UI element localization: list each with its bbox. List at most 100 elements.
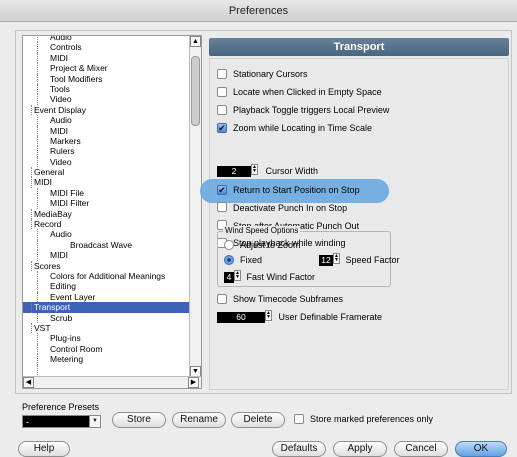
apply-button[interactable]: Apply xyxy=(333,441,387,457)
tree-item[interactable]: Video xyxy=(23,94,191,105)
tree-item[interactable]: MIDI xyxy=(23,177,191,188)
tree-item[interactable]: Rulers xyxy=(23,146,191,157)
stepper-arrows-icon[interactable]: ▲ ▼ xyxy=(333,252,340,264)
tree-item[interactable]: MIDI xyxy=(23,250,191,261)
cancel-button[interactable]: Cancel xyxy=(394,441,448,457)
tree-item[interactable]: MIDI Filter xyxy=(23,198,191,209)
stepper-arrows-icon[interactable]: ▲ ▼ xyxy=(234,269,241,281)
delete-button[interactable]: Delete xyxy=(231,412,285,428)
scroll-left-icon[interactable]: ◀ xyxy=(23,377,34,388)
scroll-up-icon[interactable]: ▲ xyxy=(190,36,201,47)
tree-item[interactable]: Tools xyxy=(23,83,191,95)
tree-item[interactable]: Colors for Additional Meanings xyxy=(23,270,191,282)
option-checkbox[interactable] xyxy=(217,86,227,97)
tree-item[interactable]: Event Display xyxy=(23,104,191,116)
store-button[interactable]: Store xyxy=(112,412,166,428)
option-checkbox[interactable]: ✔ xyxy=(217,122,227,133)
option-label: Stationary Cursors xyxy=(233,69,308,79)
tree-item[interactable]: Video xyxy=(23,156,191,168)
speed-factor-stepper[interactable]: 12 ▲ ▼ xyxy=(319,252,340,267)
tree-item[interactable]: Transport xyxy=(23,302,191,313)
speed-factor-row: 12 ▲ ▼ Speed Factor xyxy=(319,252,400,267)
tree-connector-line xyxy=(31,260,32,271)
tree-item[interactable]: Plug-ins xyxy=(23,333,191,344)
tree-item[interactable]: MIDI File xyxy=(23,187,191,199)
tree-item[interactable] xyxy=(23,364,191,375)
tree-vertical-scrollbar[interactable]: ▲ ▼ xyxy=(189,36,201,377)
adjust-to-zoom-radio[interactable] xyxy=(224,239,234,250)
scroll-right-icon[interactable]: ▶ xyxy=(188,377,199,388)
tree-item[interactable]: Project & Mixer xyxy=(23,63,191,74)
tree-item[interactable]: MIDI xyxy=(23,125,191,136)
tree-item[interactable]: Markers xyxy=(23,135,191,147)
tree-connector-line xyxy=(31,302,32,313)
option-row[interactable]: ✔ Return to Start Position on Stop xyxy=(217,183,360,197)
fast-wind-value[interactable]: 4 xyxy=(224,271,234,283)
scroll-thumb[interactable] xyxy=(191,56,200,126)
option-label: Deactivate Punch In on Stop xyxy=(233,202,348,213)
option-row[interactable]: ✔ Zoom while Locating in Time Scale xyxy=(217,121,372,135)
option-checkbox[interactable] xyxy=(217,104,227,115)
tree-item-label: MIDI xyxy=(50,125,68,136)
preset-select[interactable]: - ▼ xyxy=(22,415,101,428)
tree-item-label: Video xyxy=(50,94,72,105)
tree-horizontal-scrollbar[interactable]: ◀ ▶ xyxy=(23,376,201,388)
tree-item-label: Event Display xyxy=(34,104,86,115)
tree-connector-line xyxy=(37,94,38,105)
tree-item[interactable]: MIDI xyxy=(23,52,191,64)
show-timecode-option[interactable]: Show Timecode Subframes xyxy=(217,292,343,306)
rename-button[interactable]: Rename xyxy=(172,412,226,428)
tree-item[interactable]: Audio xyxy=(23,229,191,240)
option-label: Return to Start Position on Stop xyxy=(233,185,360,195)
tree-item[interactable]: Scores xyxy=(23,260,191,271)
tree-item[interactable]: General xyxy=(23,167,191,178)
tree-item[interactable]: Audio xyxy=(23,36,191,43)
fast-wind-row: 4 ▲ ▼ Fast Wind Factor xyxy=(224,269,316,284)
framerate-stepper[interactable]: 60 ▲ ▼ xyxy=(217,309,272,324)
option-row[interactable]: Locate when Clicked in Empty Space xyxy=(217,85,382,99)
show-timecode-checkbox[interactable] xyxy=(217,293,227,304)
fast-wind-stepper[interactable]: 4 ▲ ▼ xyxy=(224,269,241,284)
adjust-to-zoom-option[interactable]: Adjust to Zoom xyxy=(224,238,301,252)
help-button[interactable]: Help xyxy=(18,441,70,457)
fixed-radio[interactable] xyxy=(224,254,234,265)
tree-item[interactable]: Event Layer xyxy=(23,291,191,303)
tree-connector-line xyxy=(31,167,32,178)
speed-factor-value[interactable]: 12 xyxy=(319,254,333,266)
tree-item[interactable]: Metering xyxy=(23,354,191,365)
tree-item[interactable]: VST xyxy=(23,322,191,334)
tree-connector-line xyxy=(37,52,38,64)
fast-wind-label: Fast Wind Factor xyxy=(246,272,316,282)
tree-item-label: MediaBay xyxy=(34,208,72,219)
preferences-tree[interactable]: Audio Controls MIDI Project & Mixer Tool Mod… xyxy=(22,35,202,389)
tree-item[interactable]: MediaBay xyxy=(23,208,191,220)
tree-item[interactable]: Audio xyxy=(23,115,191,126)
tree-item[interactable]: Controls xyxy=(23,42,191,53)
option-row[interactable]: Playback Toggle triggers Local Preview xyxy=(217,103,389,117)
store-marked-checkbox[interactable] xyxy=(294,413,304,424)
option-checkbox[interactable] xyxy=(217,202,227,213)
cursor-width-stepper[interactable]: 2 ▲ ▼ xyxy=(217,163,258,178)
ok-button[interactable]: OK xyxy=(455,441,507,457)
defaults-button[interactable]: Defaults xyxy=(272,441,326,457)
option-row[interactable]: Stationary Cursors xyxy=(217,67,308,81)
option-checkbox[interactable] xyxy=(217,68,227,79)
tree-item[interactable]: Control Room xyxy=(23,343,191,355)
tree-item[interactable]: Editing xyxy=(23,281,191,292)
cursor-width-value[interactable]: 2 xyxy=(217,165,251,177)
stepper-arrows-icon[interactable]: ▲ ▼ xyxy=(265,309,272,321)
framerate-value[interactable]: 60 xyxy=(217,311,265,323)
store-marked-option[interactable]: Store marked preferences only xyxy=(294,412,433,426)
page-title: Transport xyxy=(209,38,509,56)
tree-item[interactable]: Record xyxy=(23,219,191,230)
fixed-option[interactable]: Fixed xyxy=(224,253,262,267)
option-checkbox[interactable]: ✔ xyxy=(217,184,227,195)
chevron-down-icon[interactable]: ▼ xyxy=(89,415,101,428)
tree-connector-line xyxy=(37,239,38,251)
stepper-arrows-icon[interactable]: ▲ ▼ xyxy=(251,163,258,175)
tree-item[interactable]: Broadcast Wave xyxy=(23,239,191,251)
tree-item[interactable]: Scrub xyxy=(23,312,191,323)
option-row[interactable]: Deactivate Punch In on Stop xyxy=(217,201,347,215)
tree-item-label: VST xyxy=(34,322,51,333)
tree-item[interactable]: Tool Modifiers xyxy=(23,73,191,84)
